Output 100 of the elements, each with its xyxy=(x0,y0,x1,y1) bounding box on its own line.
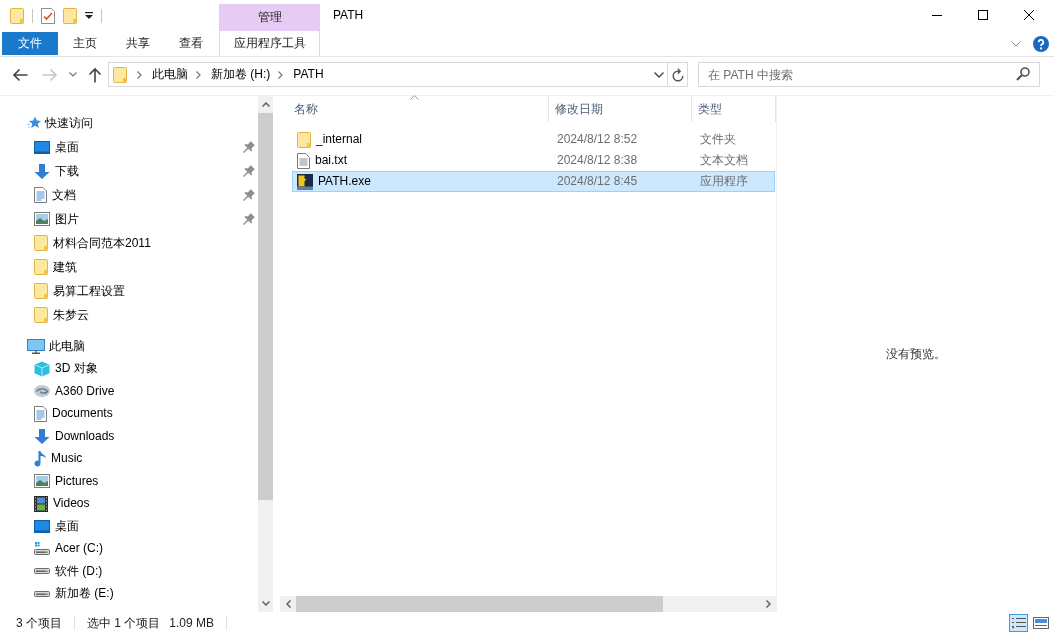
caret-down-icon[interactable] xyxy=(261,601,270,606)
horizontal-scrollbar[interactable] xyxy=(280,596,776,612)
search-field[interactable]: 在 PATH 中搜索 xyxy=(698,62,1040,87)
pin-icon[interactable] xyxy=(243,165,255,177)
folder-icon xyxy=(113,66,127,83)
column-header[interactable]: 修改日期 xyxy=(549,96,693,122)
sidebar-item[interactable]: 图片 xyxy=(34,211,79,227)
sidebar-item[interactable]: 此电脑 xyxy=(27,338,85,354)
ribbon-tab[interactable]: 应用程序工具 xyxy=(219,31,320,56)
file-type: 文本文档 xyxy=(700,153,748,167)
picture-icon xyxy=(34,212,50,226)
refresh-button[interactable] xyxy=(668,62,688,87)
file-row[interactable]: _internal 2024/8/12 8:52 文件夹 xyxy=(292,129,775,150)
hard-drive-icon xyxy=(34,590,50,597)
modified-date: 2024/8/12 8:45 xyxy=(557,174,638,188)
document-icon xyxy=(34,187,47,203)
sidebar-item[interactable]: 易算工程设置 xyxy=(34,283,125,299)
film-strip-icon xyxy=(34,495,48,512)
folder-icon xyxy=(34,235,48,251)
caret-left-icon[interactable] xyxy=(285,600,291,608)
ribbon-tab[interactable]: 查看 xyxy=(164,31,217,56)
sort-caret-icon xyxy=(410,95,420,100)
back-arrow-icon xyxy=(12,67,28,82)
text-file-icon xyxy=(297,152,310,169)
thumbnail-view-icon xyxy=(1032,617,1049,629)
ribbon-tab[interactable]: 共享 xyxy=(111,31,164,56)
file-type: 文件夹 xyxy=(700,132,736,146)
star-icon xyxy=(27,116,41,130)
picture-icon xyxy=(34,474,50,489)
help-icon[interactable] xyxy=(1033,35,1049,52)
sidebar-item[interactable]: 下载 xyxy=(34,163,79,179)
pin-icon[interactable] xyxy=(243,141,255,153)
file-row[interactable]: bai.txt 2024/8/12 8:38 文本文档 xyxy=(292,150,775,171)
sidebar-item[interactable]: 桌面 xyxy=(34,139,79,155)
desktop-icon xyxy=(34,519,50,533)
sidebar-item[interactable]: 文档 xyxy=(34,187,76,203)
swirl-icon xyxy=(34,385,50,398)
sidebar-item[interactable]: 建筑 xyxy=(34,259,77,275)
folder-icon xyxy=(34,307,48,323)
folder-icon[interactable] xyxy=(10,7,24,24)
column-header[interactable]: 名称 xyxy=(280,96,550,122)
checklist-icon[interactable] xyxy=(41,7,55,24)
details-view-icon xyxy=(1011,617,1026,629)
folder-icon xyxy=(297,131,311,148)
breadcrumb-item[interactable]: PATH xyxy=(287,67,330,82)
sidebar-item[interactable]: 快速访问 xyxy=(27,115,93,131)
modified-date: 2024/8/12 8:52 xyxy=(557,132,638,146)
sidebar-item[interactable]: Music xyxy=(34,450,83,467)
window-title: PATH xyxy=(332,8,364,23)
sidebar-item[interactable]: 朱梦云 xyxy=(34,307,89,323)
file-menu-tab[interactable]: 文件 xyxy=(2,32,58,55)
search-icon[interactable] xyxy=(1016,67,1030,81)
file-name: PATH.exe xyxy=(318,174,371,189)
sidebar-item[interactable]: Videos xyxy=(34,495,90,512)
dropdown-icon[interactable] xyxy=(85,12,93,19)
sidebar-item[interactable]: A360 Drive xyxy=(34,383,115,399)
cube-icon xyxy=(34,360,50,377)
breadcrumb-item[interactable]: 新加卷 (H:) xyxy=(205,67,277,82)
down-arrow-icon xyxy=(34,428,50,444)
file-name: _internal xyxy=(316,132,363,147)
close-icon xyxy=(1024,10,1034,20)
item-count: 3 个项目 xyxy=(16,615,62,631)
chevron-down-icon xyxy=(69,72,77,77)
pin-icon[interactable] xyxy=(243,213,255,225)
sidebar-item[interactable]: Acer (C:) xyxy=(34,541,103,557)
pin-icon[interactable] xyxy=(243,189,255,201)
address-bar[interactable]: 此电脑 新加卷 (H:) PATH xyxy=(108,62,668,87)
breadcrumb-item[interactable]: 此电脑 xyxy=(146,67,194,82)
chevron-right-icon xyxy=(137,70,142,79)
selection-count: 选中 1 个项目 xyxy=(87,615,161,631)
thumbnail-view-button[interactable] xyxy=(1031,614,1050,632)
file-row[interactable]: PATH.exe 2024/8/12 8:45 应用程序 xyxy=(292,171,775,192)
scrollbar-thumb[interactable] xyxy=(296,596,663,612)
sidebar-item[interactable]: 3D 对象 xyxy=(34,360,98,377)
vertical-scrollbar[interactable] xyxy=(258,96,273,612)
file-type: 应用程序 xyxy=(700,174,748,188)
selection-size: 1.09 MB xyxy=(169,615,215,631)
sidebar-item[interactable]: 桌面 xyxy=(34,518,79,534)
folder-icon[interactable] xyxy=(63,7,77,24)
folder-icon xyxy=(34,283,48,299)
music-note-icon xyxy=(34,450,46,467)
ribbon-tab[interactable]: 主页 xyxy=(58,31,111,56)
scrollbar-thumb[interactable] xyxy=(258,113,273,500)
file-name: bai.txt xyxy=(315,153,347,168)
folder-icon xyxy=(34,259,48,275)
sidebar-item[interactable]: Documents xyxy=(34,405,113,422)
chevron-down-icon[interactable] xyxy=(654,71,664,78)
sidebar-item[interactable]: 软件 (D:) xyxy=(34,563,103,579)
sidebar-item[interactable]: Pictures xyxy=(34,473,99,489)
sidebar-item[interactable]: 新加卷 (E:) xyxy=(34,586,114,602)
caret-up-icon[interactable] xyxy=(261,102,270,107)
caret-right-icon[interactable] xyxy=(765,600,771,608)
computer-monitor-icon xyxy=(27,338,45,354)
column-header[interactable]: 类型 xyxy=(692,96,776,122)
sidebar-item[interactable]: 材料合同范本2011 xyxy=(34,235,151,251)
details-view-button[interactable] xyxy=(1009,614,1028,632)
chevron-right-icon xyxy=(196,70,201,79)
up-arrow-icon xyxy=(87,66,102,83)
sidebar-item[interactable]: Downloads xyxy=(34,428,115,444)
application-icon xyxy=(297,173,313,190)
